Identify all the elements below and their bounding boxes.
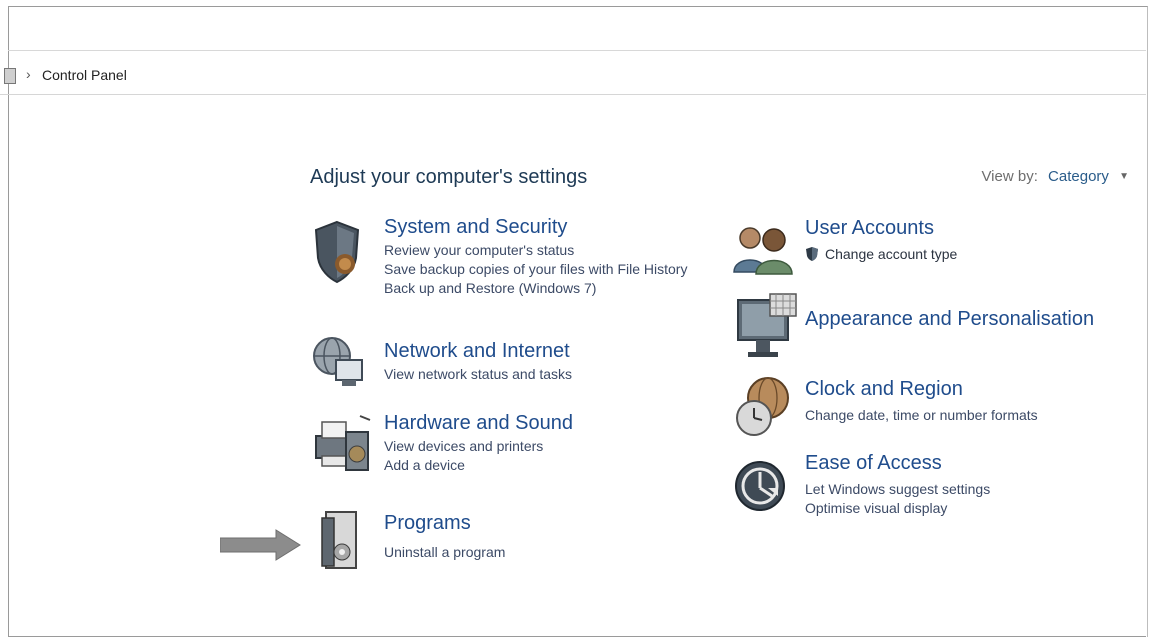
optimise-display-link[interactable]: Optimise visual display xyxy=(805,500,990,516)
chevron-down-icon[interactable]: ▼ xyxy=(1119,171,1129,182)
users-icon[interactable] xyxy=(732,220,794,276)
devices-printers-link[interactable]: View devices and printers xyxy=(384,438,573,454)
printer-speaker-icon[interactable] xyxy=(312,414,374,474)
category-user-accounts: User Accounts Change account type xyxy=(805,217,957,262)
user-accounts-link[interactable]: User Accounts xyxy=(805,217,957,240)
uac-shield-icon xyxy=(806,247,818,261)
backup-restore-link[interactable]: Back up and Restore (Windows 7) xyxy=(384,280,687,296)
change-formats-link[interactable]: Change date, time or number formats xyxy=(805,407,1038,423)
file-history-link[interactable]: Save backup copies of your files with Fi… xyxy=(384,261,687,277)
shield-icon[interactable] xyxy=(312,220,362,284)
change-account-type-row[interactable]: Change account type xyxy=(805,246,957,262)
programs-link[interactable]: Programs xyxy=(384,512,505,535)
control-panel-icon xyxy=(4,68,16,84)
page-title: Adjust your computer's settings xyxy=(310,166,588,188)
breadcrumb-separator: › xyxy=(26,66,31,82)
review-status-link[interactable]: Review your computer's status xyxy=(384,242,687,258)
clock-globe-icon[interactable] xyxy=(734,376,790,440)
category-hardware-and-sound: Hardware and Sound View devices and prin… xyxy=(384,412,573,473)
programs-box-icon[interactable] xyxy=(318,508,362,572)
clock-and-region-link[interactable]: Clock and Region xyxy=(805,378,1038,401)
category-system-and-security: System and Security Review your computer… xyxy=(384,216,687,296)
suggest-settings-link[interactable]: Let Windows suggest settings xyxy=(805,481,990,497)
network-status-link[interactable]: View network status and tasks xyxy=(384,366,572,382)
breadcrumb-control-panel[interactable]: Control Panel xyxy=(42,67,127,83)
hardware-and-sound-link[interactable]: Hardware and Sound xyxy=(384,412,573,435)
system-and-security-link[interactable]: System and Security xyxy=(384,216,687,239)
title-bar-divider xyxy=(8,50,1146,51)
appearance-and-personalisation-link[interactable]: Appearance and Personalisation xyxy=(805,308,1094,331)
window-bottom-border xyxy=(8,636,1146,637)
ease-of-access-link[interactable]: Ease of Access xyxy=(805,452,990,475)
category-clock-and-region: Clock and Region Change date, time or nu… xyxy=(805,378,1038,423)
monitor-icon[interactable] xyxy=(736,292,798,362)
view-by-label: View by: xyxy=(981,168,1038,185)
category-ease-of-access: Ease of Access Let Windows suggest setti… xyxy=(805,452,990,516)
view-by: View by: Category ▼ xyxy=(981,168,1129,185)
add-device-link[interactable]: Add a device xyxy=(384,457,573,473)
category-network-and-internet: Network and Internet View network status… xyxy=(384,340,572,382)
view-by-dropdown[interactable]: Category xyxy=(1048,168,1109,185)
globe-network-icon[interactable] xyxy=(312,334,366,390)
network-and-internet-link[interactable]: Network and Internet xyxy=(384,340,572,363)
category-programs: Programs Uninstall a program xyxy=(384,512,505,560)
arrow-pointer-icon xyxy=(220,529,301,561)
uninstall-program-link[interactable]: Uninstall a program xyxy=(384,544,505,560)
change-account-type-link[interactable]: Change account type xyxy=(825,246,957,262)
category-appearance-and-personalisation: Appearance and Personalisation xyxy=(805,308,1094,331)
ease-of-access-icon[interactable] xyxy=(734,450,786,524)
address-bar[interactable]: › Control Panel xyxy=(0,58,1146,95)
